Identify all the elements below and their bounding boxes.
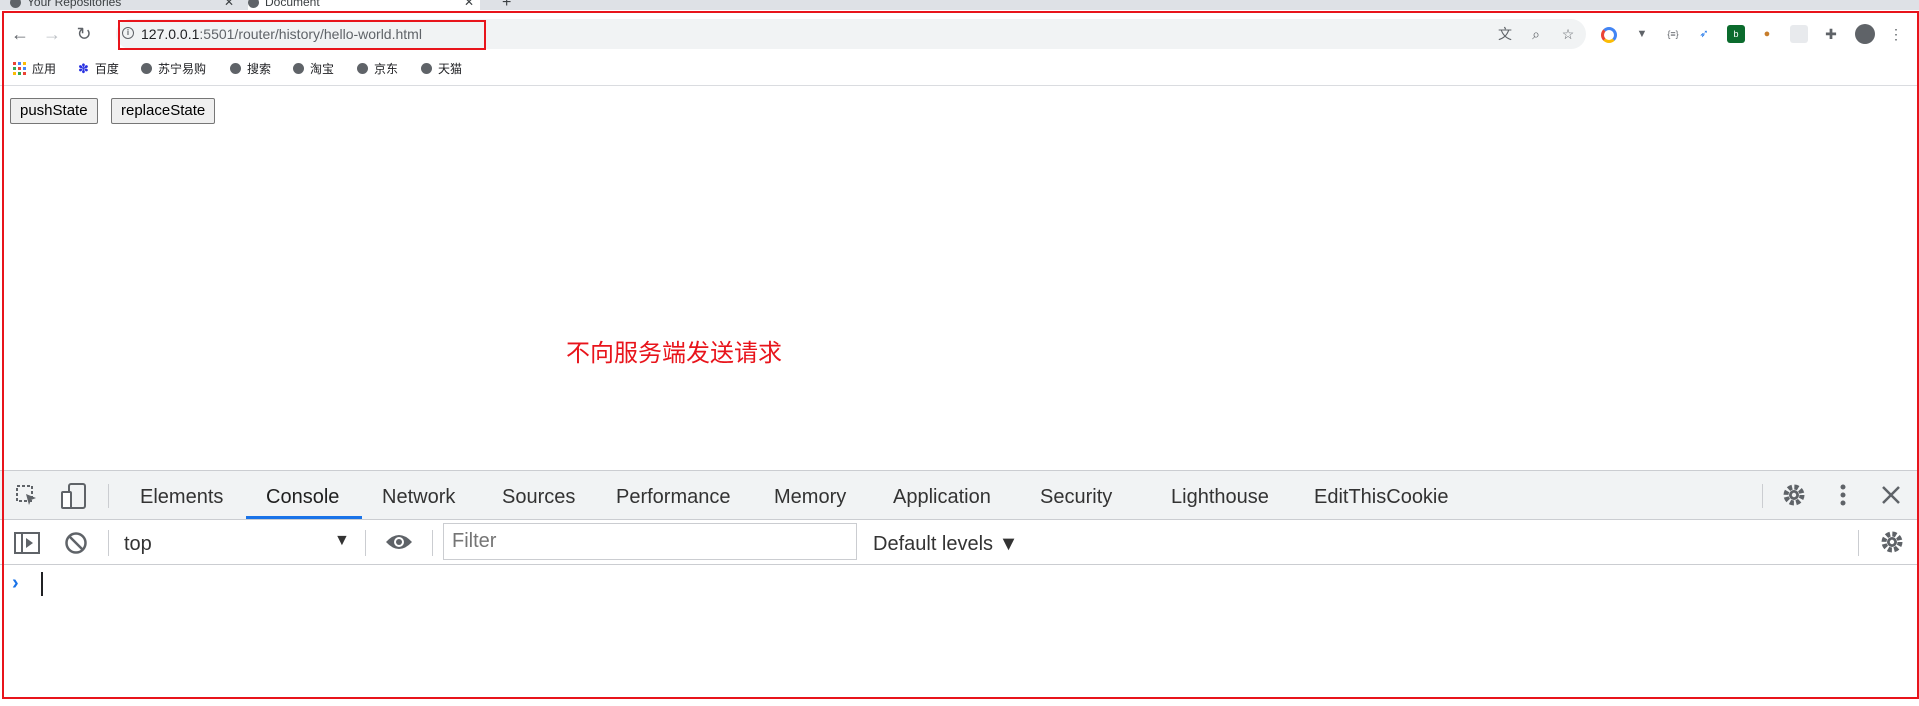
new-tab-button[interactable]: +	[502, 0, 511, 10]
globe-icon	[248, 0, 259, 9]
tab-document[interactable]: Document ✕	[248, 0, 480, 10]
tab-title: Your Repositories	[27, 0, 122, 9]
close-tab-icon[interactable]: ✕	[224, 0, 234, 10]
tab-strip: Your Repositories ✕ Document ✕ +	[0, 0, 1919, 10]
tab-title: Document	[265, 0, 320, 9]
github-icon	[10, 0, 21, 9]
highlight-frame	[2, 11, 1919, 699]
tab-your-repositories[interactable]: Your Repositories ✕	[10, 0, 240, 10]
url-highlight-box	[118, 20, 486, 50]
close-tab-icon[interactable]: ✕	[464, 0, 474, 10]
